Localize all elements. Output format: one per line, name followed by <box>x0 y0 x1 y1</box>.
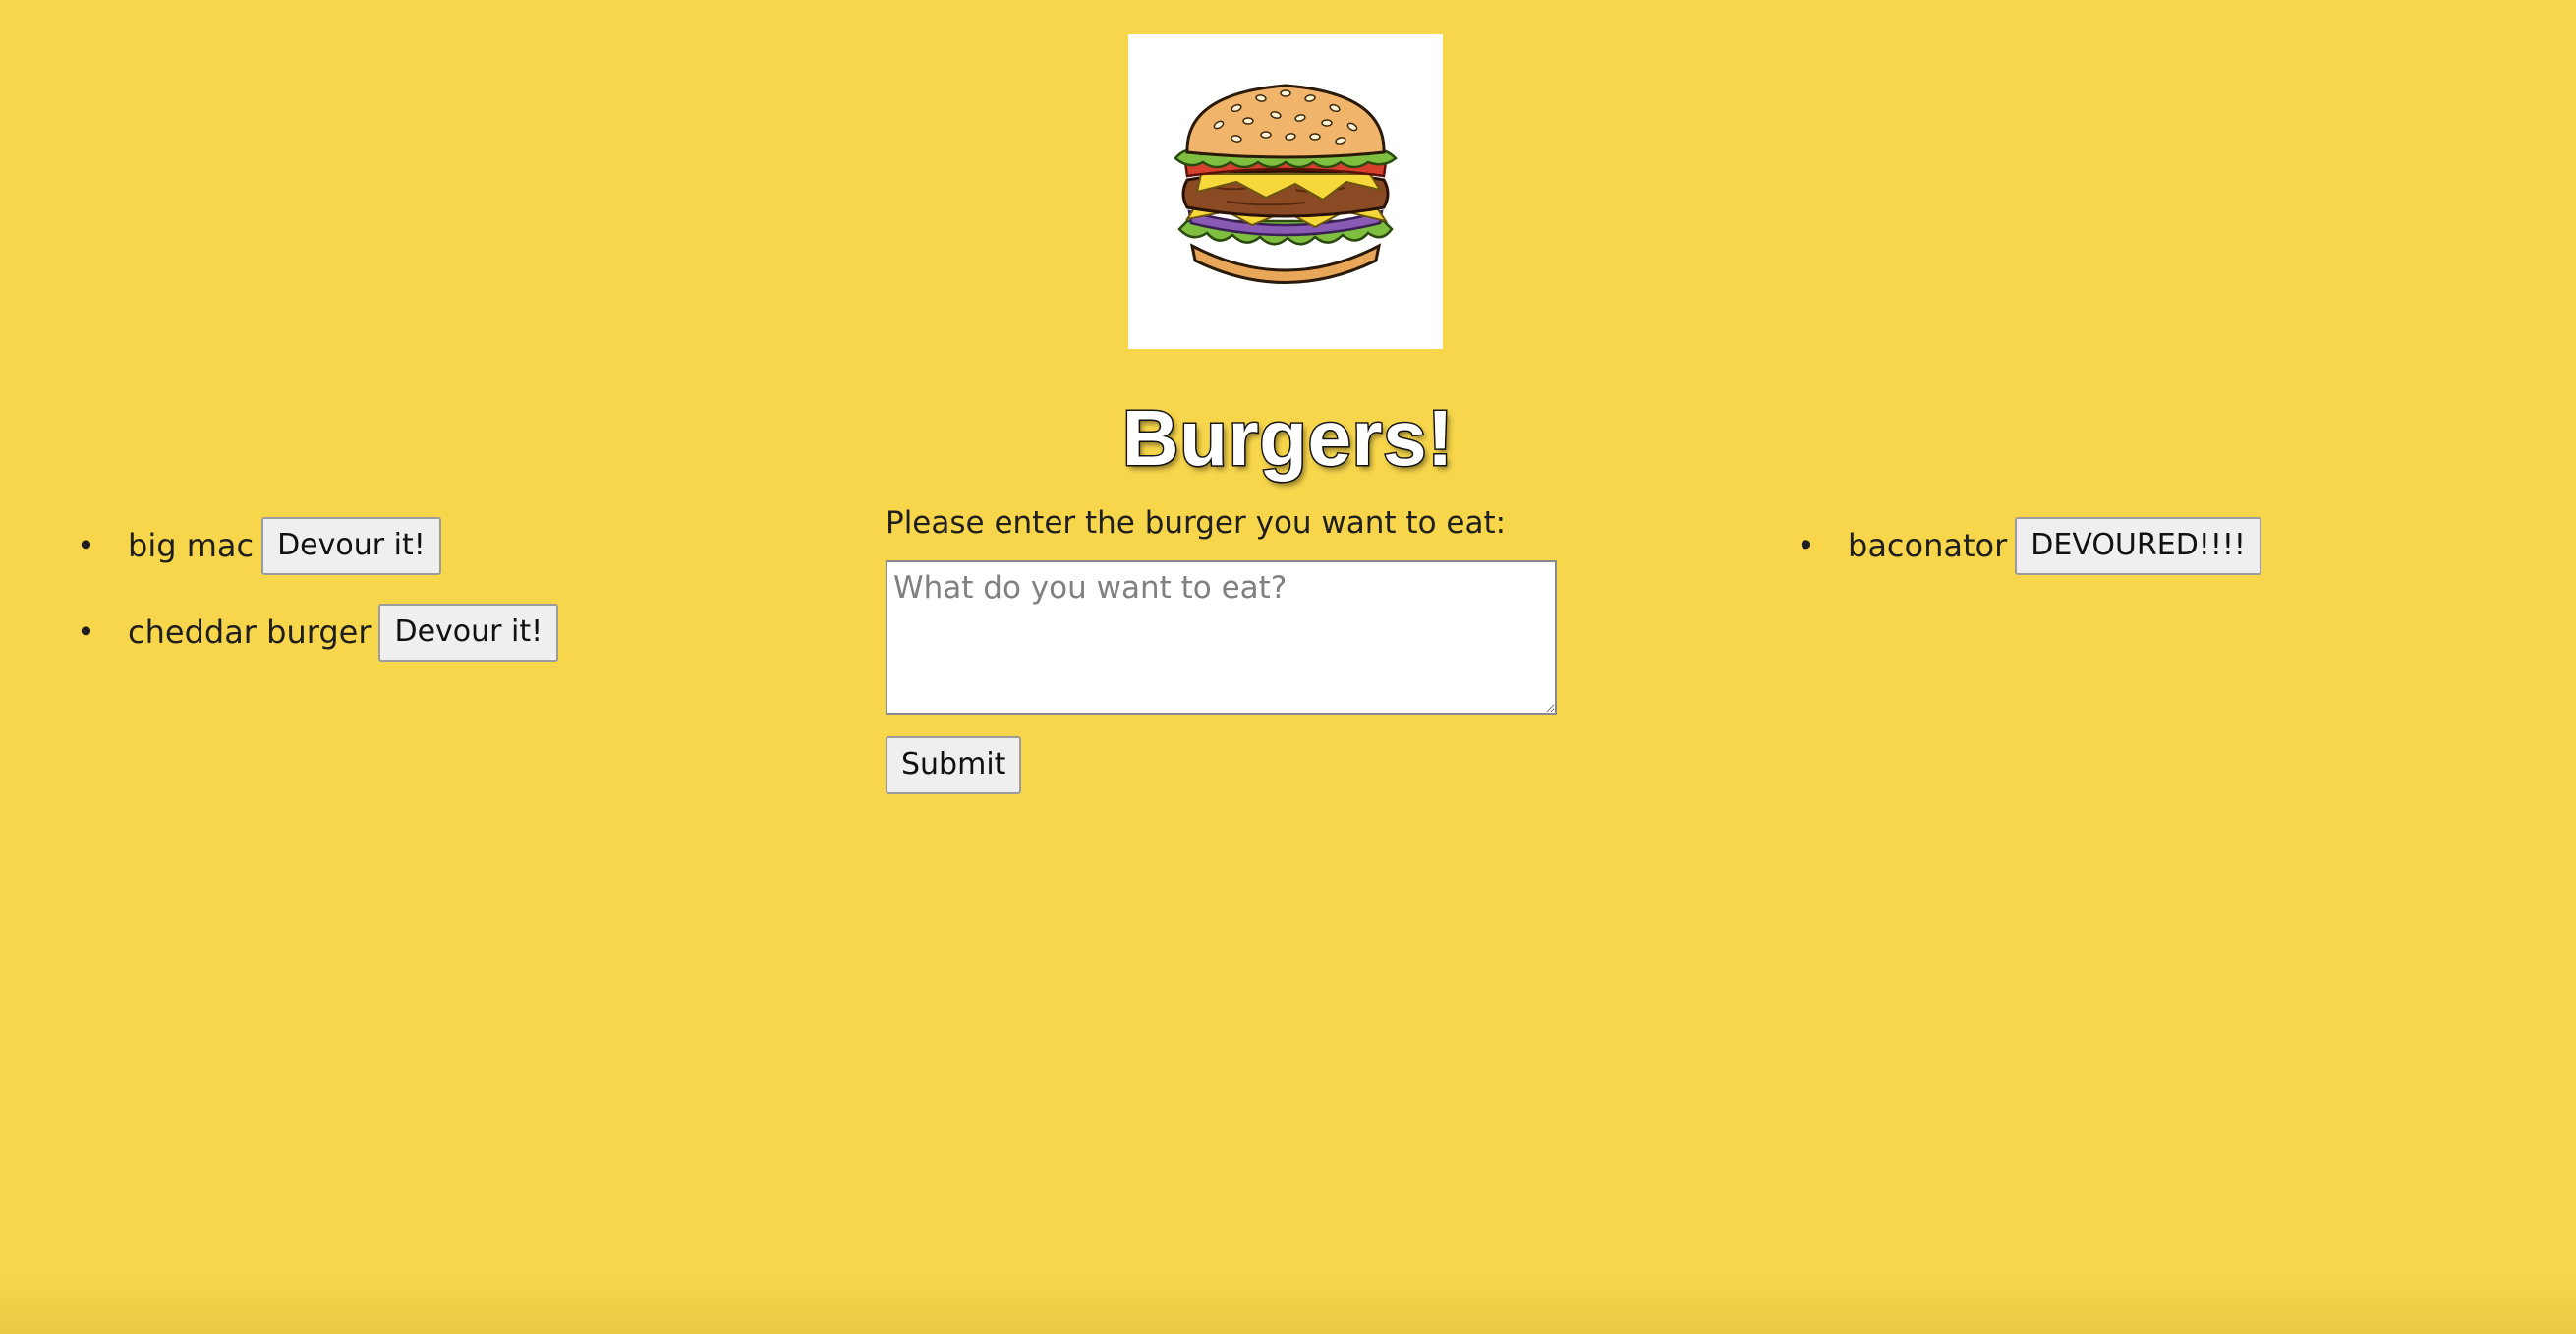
devour-button[interactable]: Devour it! <box>378 603 559 662</box>
bullet-icon: • <box>77 613 95 651</box>
burger-name: big mac <box>128 527 255 564</box>
burger-name: cheddar burger <box>128 613 372 651</box>
burger-icon <box>1174 84 1398 284</box>
submit-button[interactable]: Submit <box>886 736 1022 794</box>
list-item: • cheddar burger Devour it! <box>77 603 559 662</box>
devoured-list: • baconator DEVOURED!!!! <box>1797 516 2261 604</box>
burger-input[interactable] <box>886 560 1557 715</box>
add-burger-form: Please enter the burger you want to eat:… <box>886 503 1574 794</box>
devoured-button[interactable]: DEVOURED!!!! <box>2015 516 2261 575</box>
burger-name: baconator <box>1848 527 2008 564</box>
list-item: • big mac Devour it! <box>77 516 558 575</box>
list-item: • baconator DEVOURED!!!! <box>1797 516 2261 575</box>
burger-logo <box>1128 34 1443 349</box>
not-devoured-list: • big mac Devour it! • cheddar burger De… <box>77 516 559 690</box>
page-title: Burgers! <box>1120 393 1455 484</box>
form-label: Please enter the burger you want to eat: <box>886 505 1507 541</box>
bullet-icon: • <box>77 527 95 564</box>
bullet-icon: • <box>1797 527 1815 564</box>
page-bottom-shade <box>0 1275 2576 1334</box>
devour-button[interactable]: Devour it! <box>261 516 441 575</box>
